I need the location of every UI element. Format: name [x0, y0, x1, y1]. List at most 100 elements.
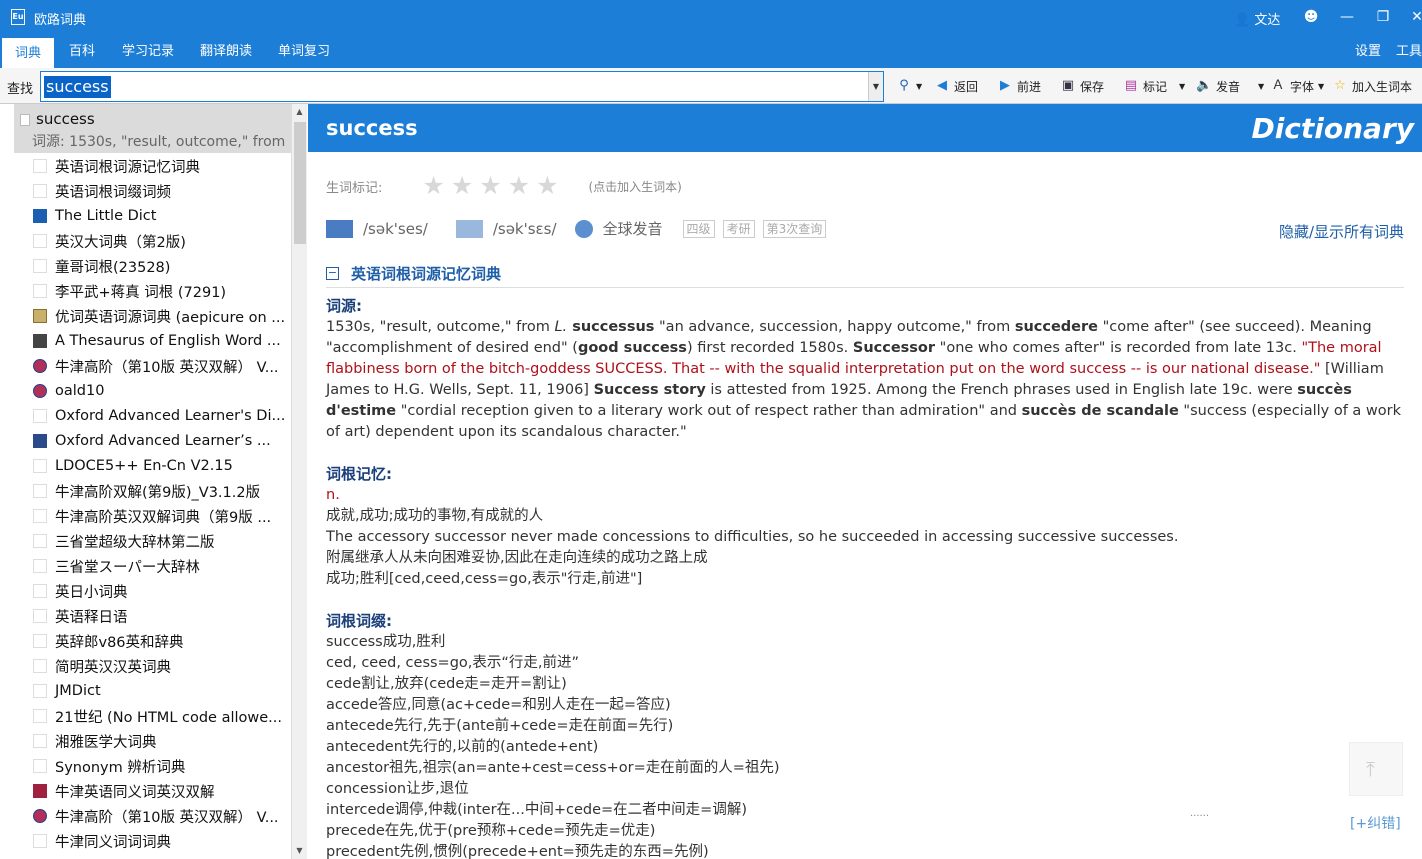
- dictionary-list-item[interactable]: 英语词根词源记忆词典: [33, 155, 289, 177]
- affix-list: success成功,胜利 ced, ceed, cess=go,表示“行走,前进”…: [326, 632, 1404, 859]
- dictionary-list-item[interactable]: Oxford Advanced Learner’s ...: [33, 430, 289, 452]
- dictionary-list-item[interactable]: 牛津高阶（第10版 英汉双解） V...: [33, 355, 289, 377]
- document-icon: [33, 509, 47, 523]
- dictionary-list-item[interactable]: JMDict: [33, 680, 289, 702]
- dictionary-list-item[interactable]: 英日小词典: [33, 580, 289, 602]
- rating-star-3[interactable]: ★: [479, 173, 501, 198]
- dictionary-logo-icon: [33, 209, 47, 223]
- user-account[interactable]: 👤 文达: [1234, 9, 1280, 28]
- section-header[interactable]: − 英语词根词源记忆词典: [326, 260, 1404, 288]
- save-icon: ▣: [1061, 78, 1075, 93]
- add-wordbook-button[interactable]: ☆ 加入生词本: [1332, 76, 1412, 96]
- tab-study-history[interactable]: 学习记录: [116, 36, 180, 68]
- dictionary-name: 牛津高阶双解(第9版)_V3.1.2版: [55, 484, 261, 501]
- dictionary-name: 三省堂超级大辞林第二版: [55, 534, 215, 551]
- selected-word: success: [36, 110, 95, 128]
- font-button[interactable]: Ａ 字体 ▼: [1270, 76, 1324, 96]
- dictionary-logo-icon: [33, 434, 47, 448]
- dictionary-list-item[interactable]: 湘雅医学大词典: [33, 730, 289, 752]
- rating-star-5[interactable]: ★: [536, 173, 558, 198]
- dictionary-list-item[interactable]: 牛津英语同义词英汉双解: [33, 780, 289, 802]
- document-icon: [33, 234, 47, 248]
- affix-line: precedent先例,惯例(precede+ent=预先走的东西=先例): [326, 844, 709, 859]
- dictionary-list-item[interactable]: 21世纪 (No HTML code allowe...: [33, 705, 289, 727]
- dictionary-list-item[interactable]: A Thesaurus of English Word ...: [33, 330, 289, 352]
- back-button[interactable]: ◀ 返回: [934, 76, 978, 96]
- dictionary-list-item[interactable]: 牛津高阶（第10版 英汉双解） V...: [33, 805, 289, 827]
- selected-word-item[interactable]: success 词源: 1530s, "result, outcome," fr…: [14, 104, 291, 153]
- scroll-down-icon[interactable]: ▼: [292, 843, 307, 859]
- rating-star-1[interactable]: ★: [422, 173, 444, 198]
- document-icon: [33, 709, 47, 723]
- dictionary-name: LDOCE5++ En-Cn V2.15: [55, 458, 233, 474]
- dictionary-list-item[interactable]: 牛津高阶英汉双解词典（第9版 ...: [33, 505, 289, 527]
- dictionary-list-item[interactable]: 三省堂スーパー大辞林: [33, 555, 289, 577]
- scrollbar-thumb[interactable]: [294, 122, 306, 244]
- dictionary-list-item[interactable]: 三省堂超级大辞林第二版: [33, 530, 289, 552]
- tab-review[interactable]: 单词复习: [272, 36, 336, 68]
- us-flag-icon[interactable]: [455, 219, 483, 238]
- document-icon: [33, 284, 47, 298]
- dictionary-list-item[interactable]: LDOCE5++ En-Cn V2.15: [33, 455, 289, 477]
- dictionary-list-item[interactable]: 童哥词根(23528): [33, 255, 289, 277]
- dictionary-list-item[interactable]: 英语释日语: [33, 605, 289, 627]
- memory-line: The accessory successor never made conce…: [326, 529, 1179, 545]
- dictionary-list-item[interactable]: 简明英汉汉英词典: [33, 655, 289, 677]
- dictionary-name: A Thesaurus of English Word ...: [55, 333, 281, 349]
- rating-hint: (点击加入生词本): [588, 179, 682, 194]
- tab-translate[interactable]: 翻译朗读: [194, 36, 258, 68]
- dictionary-name: 童哥词根(23528): [55, 259, 171, 276]
- affix-line: intercede调停,仲裁(inter在...中间+cede=在二者中间走=调…: [326, 802, 747, 818]
- dictionary-list-item[interactable]: The Little Dict: [33, 205, 289, 227]
- entry-word: success: [326, 116, 418, 140]
- tab-dictionary[interactable]: 词典: [2, 36, 54, 68]
- dictionary-name: Oxford Advanced Learner's Di...: [55, 408, 286, 424]
- memory-heading: 词根记忆:: [326, 465, 392, 483]
- rating-star-4[interactable]: ★: [508, 173, 530, 198]
- save-button[interactable]: ▣ 保存: [1060, 76, 1104, 96]
- dictionary-list-item[interactable]: 英语词根词缀词频: [33, 180, 289, 202]
- close-button[interactable]: ✕: [1406, 6, 1422, 28]
- minimize-button[interactable]: —: [1336, 6, 1358, 28]
- tab-encyclopedia[interactable]: 百科: [58, 36, 106, 68]
- rating-star-2[interactable]: ★: [451, 173, 473, 198]
- uk-flag-icon[interactable]: [326, 219, 353, 238]
- document-icon: [33, 734, 47, 748]
- report-error-link[interactable]: [+纠错]: [1350, 813, 1401, 833]
- dictionary-list-item[interactable]: 英汉大词典（第2版): [33, 230, 289, 252]
- dictionary-name: 湘雅医学大词典: [55, 734, 157, 751]
- globe-icon[interactable]: [574, 219, 593, 238]
- document-icon: [33, 259, 47, 273]
- dictionary-brand: Dictionary: [1251, 112, 1414, 145]
- dictionary-list-item[interactable]: 牛津同义词词词典: [33, 830, 289, 852]
- tag-cet4: 四级: [682, 219, 715, 238]
- dictionary-list-item[interactable]: oald10: [33, 380, 289, 402]
- dictionary-list-item[interactable]: Synonym 辨析词典: [33, 755, 289, 777]
- toggle-all-dicts-link[interactable]: 隐藏/显示所有词典: [1279, 221, 1404, 242]
- chevron-down-icon: ▼: [916, 81, 923, 91]
- chevron-down-icon[interactable]: ▼: [868, 72, 883, 101]
- mark-button[interactable]: ▤ 标记 ▼: [1123, 76, 1185, 96]
- search-input[interactable]: success ▼: [40, 71, 884, 102]
- smile-icon[interactable]: ☻: [1300, 6, 1322, 28]
- forward-button[interactable]: ▶ 前进: [997, 76, 1041, 96]
- settings-menu[interactable]: 设置: [1355, 36, 1381, 68]
- global-pronunciation[interactable]: 全球发音: [603, 218, 663, 239]
- speak-button[interactable]: 🔈 发音 ▼: [1196, 76, 1264, 96]
- maximize-button[interactable]: ❐: [1372, 6, 1394, 28]
- collapse-icon[interactable]: −: [326, 267, 339, 280]
- search-value[interactable]: success: [44, 76, 111, 98]
- dictionary-list-item[interactable]: 优词英语词源词典 (aepicure on ...: [33, 305, 289, 327]
- user-icon: 👤: [1234, 13, 1251, 28]
- dictionary-list-item[interactable]: 牛津高阶双解(第9版)_V3.1.2版: [33, 480, 289, 502]
- affix-line: accede答应,同意(ac+cede=和别人走在一起=答应): [326, 697, 671, 713]
- sidebar-scrollbar[interactable]: ▲ ▼: [291, 104, 307, 859]
- app-logo-icon: Eu: [11, 9, 25, 25]
- search-button[interactable]: ⚲ ▼: [896, 76, 922, 96]
- scroll-up-icon[interactable]: ▲: [292, 104, 307, 120]
- back-to-top-button[interactable]: ⤒: [1349, 742, 1403, 796]
- dictionary-list-item[interactable]: 李平武+蒋真 词根 (7291): [33, 280, 289, 302]
- dictionary-list-item[interactable]: 英辞郎v86英和辞典: [33, 630, 289, 652]
- tools-menu[interactable]: 工具: [1396, 36, 1422, 68]
- dictionary-list-item[interactable]: Oxford Advanced Learner's Di...: [33, 405, 289, 427]
